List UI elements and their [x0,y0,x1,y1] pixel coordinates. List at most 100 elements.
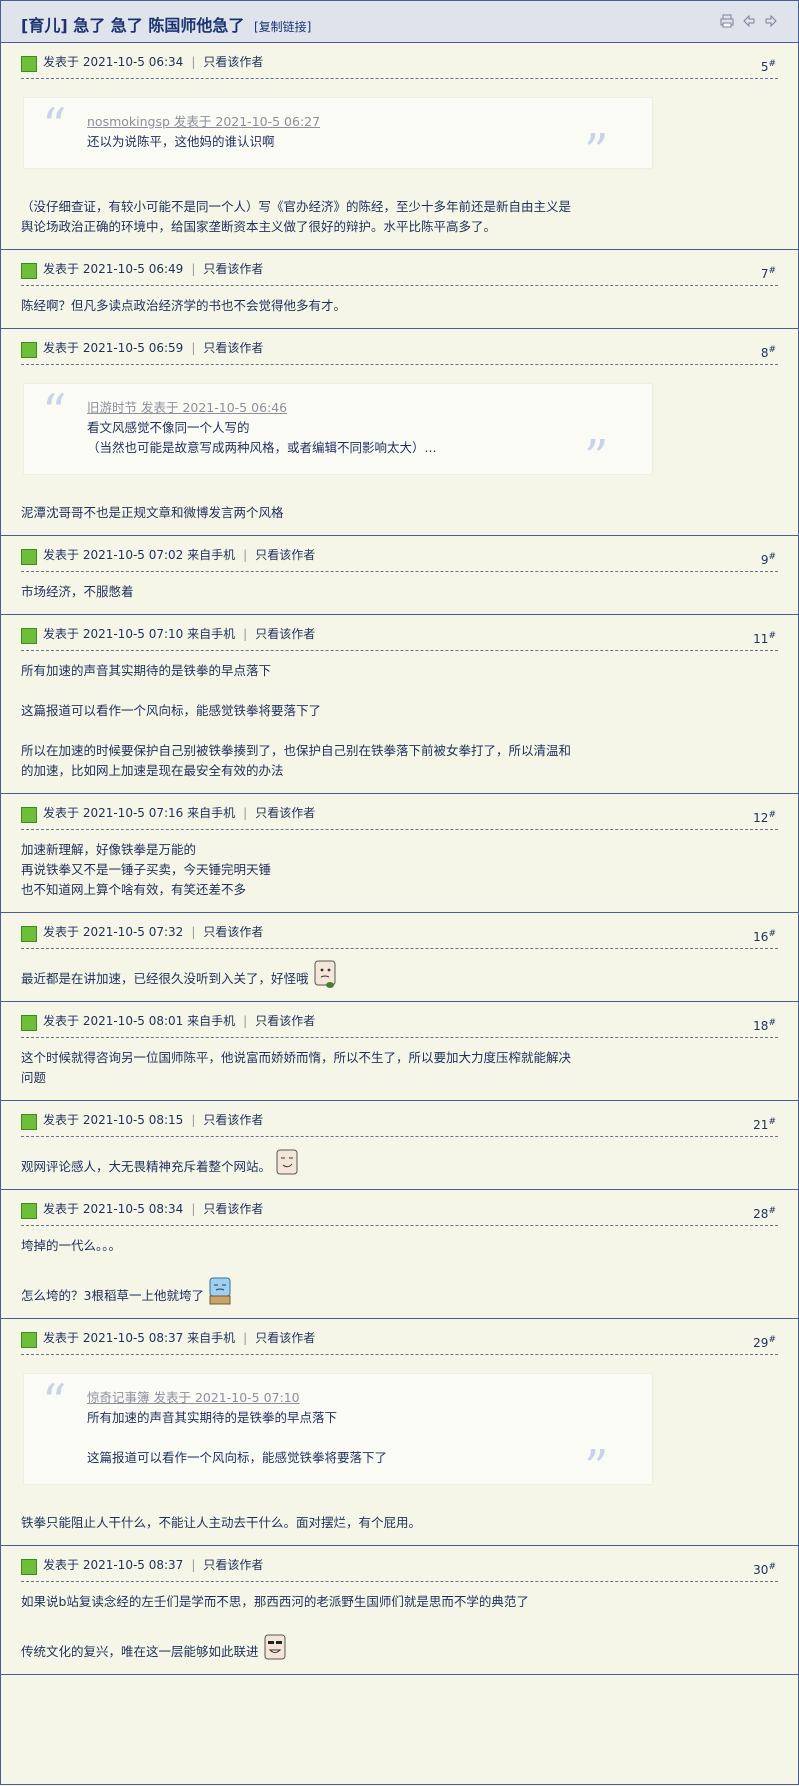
post-time: 发表于 2021-10-5 06:59 [43,341,184,355]
text: 的加速，比如网上加速是现在最安全有效的办法 [21,763,284,778]
post-number[interactable]: 12# [753,810,776,825]
user-avatar-icon[interactable] [21,56,37,72]
open-quote-icon: “ [42,1374,67,1430]
post-number[interactable]: 11# [753,631,776,646]
post-number[interactable]: 5# [761,59,776,74]
user-avatar-icon[interactable] [21,342,37,358]
only-author-link[interactable]: 只看该作者 [203,1113,263,1127]
user-avatar-icon[interactable] [21,1203,37,1219]
close-quote-icon: ” [584,124,609,180]
post-body: “ 惊奇记事簿 发表于 2021-10-5 07:10 所有加速的声音其实期待的是铁… [21,1355,778,1545]
post-text-line: 陈经啊？但凡多读点政治经济学的书也不会觉得他多有才。 [21,296,778,316]
post-time: 发表于 2021-10-5 07:16 来自手机 [43,806,236,820]
open-quote-icon: “ [42,98,67,154]
only-author-link[interactable]: 只看该作者 [255,1014,315,1028]
only-author-link[interactable]: 只看该作者 [203,262,263,276]
post-text-line: 如果说b站复读念经的左壬们是学而不思，那西西河的老派野生国师们就是思而不学的典范… [21,1592,778,1612]
post-text-line: 也不知道网上算个啥有效，有笑还差不多 [21,880,778,900]
post-meta: 发表于 2021-10-5 08:01 来自手机 | 只看该作者 [43,1012,315,1029]
post-header: 发表于 2021-10-5 08:37 来自手机 | 只看该作者 29# [21,1319,778,1355]
prev-thread-icon[interactable] [742,14,756,28]
quote-author-link[interactable]: nosmokingsp 发表于 2021-10-5 06:27 [87,112,652,132]
quote-line: （当然也可能是故意写成两种风格，或者编辑不同影响太大）... [87,440,437,455]
crying-box-emoticon [208,1276,232,1306]
post-number[interactable]: 18# [753,1018,776,1033]
post: 发表于 2021-10-5 06:34 | 只看该作者 5# “ nosmokingsp … [1,43,798,250]
text: 这篇报道可以看作一个风向标，能感觉铁拳将要落下了 [21,703,322,718]
divider: | [191,262,196,276]
quote-author-link[interactable]: 惊奇记事簿 发表于 2021-10-5 07:10 [87,1388,652,1408]
post-header: 发表于 2021-10-5 07:02 来自手机 | 只看该作者 9# [21,536,778,572]
post-body: “ 旧游时节 发表于 2021-10-5 06:46 看文风感觉不像同一个人写的 （当… [21,365,778,535]
post-number[interactable]: 16# [753,929,776,944]
post-meta: 发表于 2021-10-5 08:15 | 只看该作者 [43,1111,263,1128]
user-avatar-icon[interactable] [21,1559,37,1575]
post-time: 发表于 2021-10-5 08:34 [43,1202,184,1216]
divider: | [191,925,196,939]
user-avatar-icon[interactable] [21,926,37,942]
post-number[interactable]: 21# [753,1117,776,1132]
post-number[interactable]: 8# [761,345,776,360]
post-meta: 发表于 2021-10-5 08:37 | 只看该作者 [43,1556,263,1573]
user-avatar-icon[interactable] [21,1114,37,1130]
quote-author-link[interactable]: 旧游时节 发表于 2021-10-5 06:46 [87,398,652,418]
only-author-link[interactable]: 只看该作者 [203,925,263,939]
close-quote-icon: ” [584,1440,609,1496]
post-body: 垮掉的一代么。。。怎么垮的？3根稻草一上他就垮了 [21,1226,778,1318]
user-avatar-icon[interactable] [21,1332,37,1348]
post-number[interactable]: 30# [753,1562,776,1577]
post-meta: 发表于 2021-10-5 08:37 来自手机 | 只看该作者 [43,1329,315,1346]
post-time: 发表于 2021-10-5 06:49 [43,262,184,276]
post-time: 发表于 2021-10-5 07:02 来自手机 [43,548,236,562]
post-time: 发表于 2021-10-5 08:37 [43,1558,184,1572]
floor-number: 30 [753,1563,769,1577]
post-body: 所有加速的声音其实期待的是铁拳的早点落下 这篇报道可以看作一个风向标，能感觉铁拳将… [21,651,778,793]
post-number[interactable]: 28# [753,1206,776,1221]
text: 怎么垮的？3根稻草一上他就垮了 [21,1288,204,1303]
only-author-link[interactable]: 只看该作者 [255,548,315,562]
text: （没仔细查证，有较小可能不是同一个人）写《官办经济》的陈经，至少十多年前还是新自… [21,199,572,214]
only-author-link[interactable]: 只看该作者 [203,1558,263,1572]
post: 发表于 2021-10-5 06:59 | 只看该作者 8# “ 旧游时节 发表于 202… [1,329,798,536]
only-author-link[interactable]: 只看该作者 [203,55,263,69]
post-body: 陈经啊？但凡多读点政治经济学的书也不会觉得他多有才。 [21,286,778,328]
floor-number: 11 [753,632,769,646]
post-text-line: 最近都是在讲加速，已经很久没听到入关了，好怪哦 [21,959,778,989]
only-author-link[interactable]: 只看该作者 [255,1331,315,1345]
post-number[interactable]: 29# [753,1335,776,1350]
post-text-line: 这篇报道可以看作一个风向标，能感觉铁拳将要落下了 [21,701,778,721]
thread-tag[interactable]: [育儿] [21,16,68,35]
post: 发表于 2021-10-5 08:37 来自手机 | 只看该作者 29# “ 惊奇记事簿 … [1,1319,798,1546]
post: 发表于 2021-10-5 07:16 来自手机 | 只看该作者 12# 加速新理解，好… [1,794,798,913]
thread-title-text: 急了 急了 陈国师他急了 [73,16,245,35]
only-author-link[interactable]: 只看该作者 [203,1202,263,1216]
post-header: 发表于 2021-10-5 08:34 | 只看该作者 28# [21,1190,778,1226]
text: 垮掉的一代么。。。 [21,1238,122,1253]
post-number[interactable]: 7# [761,266,776,281]
next-thread-icon[interactable] [764,14,778,28]
user-avatar-icon[interactable] [21,549,37,565]
post-header: 发表于 2021-10-5 08:37 | 只看该作者 30# [21,1546,778,1582]
post: 发表于 2021-10-5 08:01 来自手机 | 只看该作者 18# 这个时候就得咨… [1,1002,798,1101]
print-icon[interactable] [720,14,734,28]
post: 发表于 2021-10-5 08:15 | 只看该作者 21# 观网评论感人，大无畏精神… [1,1101,798,1190]
floor-number: 21 [753,1118,769,1132]
post-text-line: 的加速，比如网上加速是现在最安全有效的办法 [21,761,778,781]
divider: | [191,1113,196,1127]
only-author-link[interactable]: 只看该作者 [203,341,263,355]
user-avatar-icon[interactable] [21,628,37,644]
post-number[interactable]: 9# [761,552,776,567]
post: 发表于 2021-10-5 07:32 | 只看该作者 16# 最近都是在讲加速，已经很… [1,913,798,1002]
user-avatar-icon[interactable] [21,263,37,279]
title-toolbar [720,14,778,28]
post-text-line: 加速新理解，好像铁拳是万能的 [21,840,778,860]
user-avatar-icon[interactable] [21,807,37,823]
user-avatar-icon[interactable] [21,1015,37,1031]
copy-link-button[interactable]: [复制链接] [254,20,311,34]
only-author-link[interactable]: 只看该作者 [255,806,315,820]
only-author-link[interactable]: 只看该作者 [255,627,315,641]
quote-line: 这篇报道可以看作一个风向标，能感觉铁拳将要落下了 [87,1450,388,1465]
post-body: 加速新理解，好像铁拳是万能的 再说铁拳又不是一锤子买卖，今天锤完明天锤 也不知道网上… [21,830,778,912]
grin-face-emoticon [263,1632,287,1662]
